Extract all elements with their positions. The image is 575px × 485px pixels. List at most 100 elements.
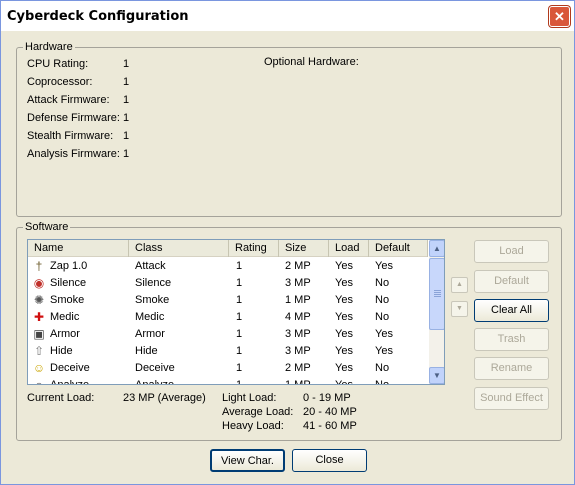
smoke-icon: ✺	[33, 293, 45, 307]
cell-name: Deceive	[50, 362, 90, 374]
column-header-rating[interactable]: Rating	[229, 240, 279, 257]
optional-hardware-label: Optional Hardware:	[264, 56, 359, 68]
hardware-value: 1	[123, 130, 130, 142]
cell-rating: 1	[236, 311, 243, 323]
heavy-load-label: Heavy Load:	[222, 420, 284, 432]
cell-class: Armor	[135, 328, 165, 340]
armor-icon: ▣	[33, 327, 45, 341]
trash-button[interactable]: Trash	[474, 328, 549, 351]
sound-effect-button[interactable]: Sound Effect	[474, 387, 549, 410]
cell-load: Yes	[335, 311, 353, 323]
cell-default: No	[375, 311, 390, 323]
hardware-label: Analysis Firmware:	[27, 148, 120, 160]
close-icon[interactable]: ✕	[549, 6, 570, 27]
cell-class: Deceive	[135, 362, 175, 374]
cell-load: Yes	[335, 277, 353, 289]
hardware-value: 1	[123, 76, 130, 88]
hardware-label: Defense Firmware:	[27, 112, 120, 124]
table-row[interactable]: ○ Analyze Analyze 1 1 MP Yes No	[28, 377, 428, 385]
current-load-value: 23 MP (Average)	[123, 392, 206, 404]
table-row[interactable]: ✚ Medic Medic 1 4 MP Yes No	[28, 309, 428, 326]
cell-class: Analyze	[135, 379, 175, 385]
view-char-button[interactable]: View Char.	[210, 449, 285, 472]
hardware-row: Stealth Firmware: 1	[27, 130, 129, 144]
cell-class: Silence	[135, 277, 172, 289]
hardware-value: 1	[123, 58, 130, 70]
cell-size: 4 MP	[285, 311, 311, 323]
table-row[interactable]: † Zap 1.0 Attack 1 2 MP Yes Yes	[28, 258, 428, 275]
scroll-down-icon[interactable]: ▼	[429, 367, 444, 384]
cell-name: Analyze	[50, 379, 90, 385]
table-row[interactable]: ▣ Armor Armor 1 3 MP Yes Yes	[28, 326, 428, 343]
cell-default: No	[375, 362, 390, 374]
cell-name: Smoke	[50, 294, 85, 306]
hardware-value: 1	[123, 112, 130, 124]
deceive-icon: ☺	[32, 361, 46, 375]
cell-default: Yes	[375, 328, 393, 340]
cell-rating: 1	[236, 345, 243, 357]
cell-size: 2 MP	[285, 362, 311, 374]
cell-default: No	[375, 379, 390, 385]
scroll-thumb[interactable]	[429, 258, 444, 330]
cell-size: 1 MP	[285, 379, 311, 385]
cell-name: Hide	[50, 345, 73, 357]
cell-default: Yes	[375, 345, 393, 357]
load-button[interactable]: Load	[474, 240, 549, 263]
hardware-legend: Hardware	[25, 41, 73, 53]
move-up-icon[interactable]: ▲	[451, 277, 468, 293]
list-header: Name Class Rating Size Load Default	[28, 240, 428, 257]
cell-load: Yes	[335, 328, 353, 340]
rename-button[interactable]: Rename	[474, 357, 549, 380]
column-header-class[interactable]: Class	[129, 240, 229, 257]
cell-load: Yes	[335, 362, 353, 374]
table-row[interactable]: ☺ Deceive Deceive 1 2 MP Yes No	[28, 360, 428, 377]
light-load-value: 0 - 19 MP	[303, 392, 351, 404]
column-header-default[interactable]: Default	[369, 240, 428, 257]
hardware-label: CPU Rating:	[27, 58, 89, 70]
column-header-load[interactable]: Load	[329, 240, 369, 257]
column-header-name[interactable]: Name	[28, 240, 129, 257]
cell-class: Attack	[135, 260, 166, 272]
software-list[interactable]: Name Class Rating Size Load Default † Zap…	[27, 239, 445, 385]
cell-default: No	[375, 294, 390, 306]
cell-load: Yes	[335, 379, 353, 385]
table-row[interactable]: ◉ Silence Silence 1 3 MP Yes No	[28, 275, 428, 292]
cell-name: Zap 1.0	[50, 260, 88, 272]
table-row[interactable]: ⇧ Hide Hide 1 3 MP Yes Yes	[28, 343, 428, 360]
cell-size: 3 MP	[285, 277, 311, 289]
cell-name: Silence	[50, 277, 87, 289]
cell-size: 3 MP	[285, 328, 311, 340]
hardware-row: Attack Firmware: 1	[27, 94, 129, 108]
hardware-value: 1	[123, 94, 130, 106]
software-legend: Software	[25, 221, 69, 233]
cell-rating: 1	[236, 277, 243, 289]
cell-class: Medic	[135, 311, 165, 323]
scroll-up-icon[interactable]: ▲	[429, 240, 444, 257]
column-header-size[interactable]: Size	[279, 240, 329, 257]
table-row[interactable]: ✺ Smoke Smoke 1 1 MP Yes No	[28, 292, 428, 309]
heavy-load-value: 41 - 60 MP	[303, 420, 357, 432]
average-load-value: 20 - 40 MP	[303, 406, 357, 418]
current-load-label: Current Load:	[27, 392, 95, 404]
hardware-value: 1	[123, 148, 130, 160]
hardware-label: Attack Firmware:	[27, 94, 110, 106]
cell-size: 1 MP	[285, 294, 311, 306]
close-button[interactable]: Close	[292, 449, 367, 472]
default-button[interactable]: Default	[474, 270, 549, 293]
list-scrollbar[interactable]: ▲ ▼	[428, 240, 444, 384]
cell-size: 2 MP	[285, 260, 311, 272]
analyze-icon: ○	[35, 378, 43, 385]
light-load-label: Light Load:	[222, 392, 277, 404]
window-title: Cyberdeck Configuration	[7, 9, 189, 24]
clear-all-button[interactable]: Clear All	[474, 299, 549, 322]
cell-size: 3 MP	[285, 345, 311, 357]
hardware-row: CPU Rating: 1	[27, 58, 129, 72]
cell-rating: 1	[236, 260, 243, 272]
move-down-icon[interactable]: ▼	[451, 301, 468, 317]
silence-icon: ◉	[33, 276, 45, 290]
title-bar[interactable]: Cyberdeck Configuration ✕	[1, 1, 574, 31]
cell-class: Smoke	[135, 294, 170, 306]
hardware-label: Coprocessor:	[27, 76, 93, 88]
cell-rating: 1	[236, 328, 243, 340]
cell-class: Hide	[135, 345, 158, 357]
